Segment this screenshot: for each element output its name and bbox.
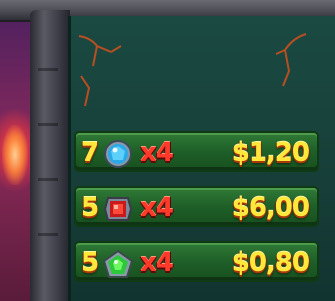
lava-glow [2, 125, 28, 185]
win-row: 5 x4 $0,80 [74, 241, 319, 282]
win-amount: $0,80 [231, 248, 310, 278]
win-row: 7 x4 $1,20 [74, 131, 319, 172]
rock-frame-left [30, 10, 70, 301]
game-scene: 7 x4 $1,20 5 x4 $6,00 5 x4 $0,80 [0, 0, 335, 301]
multiplier: x4 [140, 138, 174, 168]
multiplier: x4 [140, 193, 174, 223]
win-amount: $6,00 [231, 193, 310, 223]
symbol-count: 7 [81, 138, 99, 168]
win-row: 5 x4 $6,00 [74, 186, 319, 227]
symbol-count: 5 [81, 248, 99, 278]
red-gem-icon [103, 197, 133, 221]
multiplier: x4 [140, 248, 174, 278]
blue-gem-icon [104, 140, 132, 168]
win-amount: $1,20 [231, 138, 310, 168]
symbol-count: 5 [81, 193, 99, 223]
green-gem-icon [102, 249, 134, 278]
